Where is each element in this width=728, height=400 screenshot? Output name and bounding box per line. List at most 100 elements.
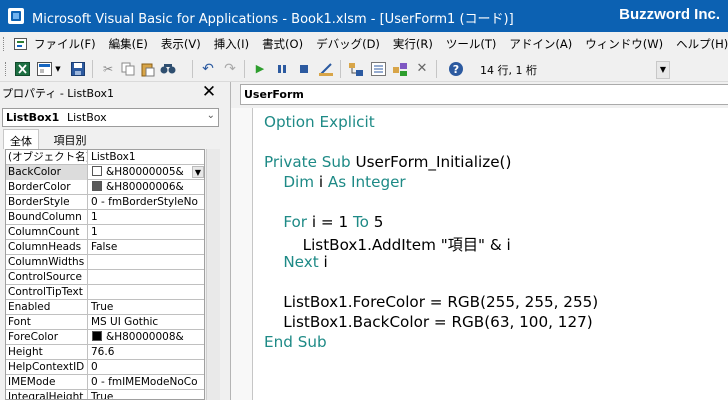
code-line[interactable]: ListBox1.ForeColor = RGB(255, 255, 255): [264, 293, 598, 311]
paste-icon[interactable]: [140, 61, 156, 77]
property-value[interactable]: &H80000005&: [89, 165, 204, 180]
menu-item[interactable]: 編集(E): [109, 36, 148, 52]
copy-icon[interactable]: [120, 61, 136, 77]
property-value[interactable]: 1: [89, 225, 204, 240]
property-value[interactable]: 0: [89, 360, 204, 375]
property-row[interactable]: HelpContextID 0: [6, 360, 204, 375]
property-value[interactable]: &H80000006&: [89, 180, 204, 195]
property-name: ColumnCount: [6, 225, 88, 240]
menu-item[interactable]: 表示(V): [161, 36, 201, 52]
find-icon[interactable]: [160, 61, 176, 77]
property-row[interactable]: BorderStyle 0 - fmBorderStyleNo: [6, 195, 204, 210]
run-icon[interactable]: ▶: [252, 61, 268, 77]
property-value[interactable]: [89, 255, 204, 270]
cut-icon[interactable]: ✂: [100, 61, 116, 77]
menu-item[interactable]: ヘルプ(H): [676, 36, 728, 52]
vba-app-icon[interactable]: [8, 8, 24, 24]
menu-item[interactable]: 挿入(I): [214, 36, 249, 52]
object-selector[interactable]: ListBox1 ListBox ⌄: [2, 108, 219, 127]
code-line[interactable]: End Sub: [264, 333, 327, 351]
property-row[interactable]: BoundColumn 1: [6, 210, 204, 225]
property-value-text: &H80000008&: [106, 331, 184, 343]
menu-item[interactable]: デバッグ(D): [316, 36, 380, 52]
menu-item[interactable]: アドイン(A): [509, 36, 572, 52]
property-row[interactable]: ControlTipText: [6, 285, 204, 300]
menu-item[interactable]: ツール(T): [446, 36, 497, 52]
property-value-text: True: [91, 301, 114, 313]
property-name: ControlTipText: [6, 285, 88, 300]
menu-item[interactable]: 書式(O): [262, 36, 303, 52]
menubar-grip[interactable]: [3, 37, 6, 51]
excel-icon[interactable]: [14, 61, 30, 77]
property-value[interactable]: 1: [89, 210, 204, 225]
property-value[interactable]: True: [89, 300, 204, 315]
object-browser-icon[interactable]: [392, 61, 408, 77]
help-icon[interactable]: ?: [448, 61, 464, 77]
reset-icon[interactable]: [296, 61, 312, 77]
property-row[interactable]: (オブジェクト名) ListBox1: [6, 150, 204, 165]
property-value[interactable]: &H80000008&: [89, 330, 204, 345]
properties-scrollbar[interactable]: [206, 149, 220, 400]
design-mode-icon[interactable]: [318, 61, 334, 77]
property-value[interactable]: [89, 285, 204, 300]
menu-item[interactable]: ファイル(F): [34, 36, 96, 52]
project-explorer-icon[interactable]: [348, 61, 364, 77]
insert-userform-icon[interactable]: [36, 61, 52, 77]
code-line[interactable]: ListBox1.BackColor = RGB(63, 100, 127): [264, 313, 592, 331]
properties-window: プロパティ - ListBox1 ✕ ListBox1 ListBox ⌄ 全体…: [0, 82, 222, 400]
save-icon[interactable]: [70, 61, 86, 77]
code-line[interactable]: Dim i As Integer: [264, 173, 405, 191]
property-value[interactable]: 0 - fmBorderStyleNo: [89, 195, 204, 210]
code-line[interactable]: ListBox1.AddItem "項目" & i: [264, 233, 511, 255]
property-row[interactable]: BackColor &H80000005& ▼: [6, 165, 204, 180]
color-swatch: [92, 181, 102, 191]
chevron-down-icon[interactable]: ⌄: [207, 110, 215, 121]
property-row[interactable]: ColumnWidths: [6, 255, 204, 270]
property-value[interactable]: False: [89, 240, 204, 255]
break-icon[interactable]: [274, 61, 290, 77]
property-value[interactable]: MS UI Gothic: [89, 315, 204, 330]
code-line[interactable]: Next i: [264, 253, 327, 271]
property-value[interactable]: True: [89, 390, 204, 399]
property-row[interactable]: ControlSource: [6, 270, 204, 285]
toolbox-icon[interactable]: ✕: [414, 61, 430, 77]
close-icon[interactable]: ✕: [199, 82, 219, 102]
title-bar: Microsoft Visual Basic for Applications …: [0, 0, 728, 32]
property-value[interactable]: 76.6: [89, 345, 204, 360]
tab-alphabetic[interactable]: 全体: [3, 129, 39, 149]
properties-icon[interactable]: [370, 61, 386, 77]
standard-toolbar: ▼ ✂ ↶ ↷ ▶ ✕ ? 14 行, 1 桁 ▼: [0, 56, 728, 82]
property-row[interactable]: Height 76.6: [6, 345, 204, 360]
chevron-down-icon[interactable]: ▼: [192, 166, 204, 178]
redo-icon[interactable]: ↷: [222, 61, 238, 77]
menu-item[interactable]: ウィンドウ(W): [585, 36, 663, 52]
property-row[interactable]: ColumnCount 1: [6, 225, 204, 240]
vba-document-icon[interactable]: [14, 38, 27, 50]
property-value-text: ListBox1: [91, 151, 136, 163]
property-row[interactable]: Enabled True: [6, 300, 204, 315]
object-combo[interactable]: UserForm: [240, 84, 728, 105]
menu-item[interactable]: 実行(R): [393, 36, 433, 52]
code-editor[interactable]: Option Explicit Private Sub UserForm_Init…: [230, 108, 728, 400]
undo-icon[interactable]: ↶: [200, 61, 216, 77]
property-row[interactable]: BorderColor &H80000006&: [6, 180, 204, 195]
property-row[interactable]: IntegralHeight True: [6, 390, 204, 399]
toolbar-grip[interactable]: [4, 61, 8, 77]
property-value-text: 1: [91, 211, 98, 223]
property-value[interactable]: [89, 270, 204, 285]
toolbar-overflow-button[interactable]: ▼: [656, 61, 670, 79]
property-row[interactable]: ForeColor &H80000008&: [6, 330, 204, 345]
property-row[interactable]: IMEMode 0 - fmIMEModeNoCo: [6, 375, 204, 390]
property-value-text: 0 - fmIMEModeNoCo: [91, 376, 198, 388]
property-row[interactable]: Font MS UI Gothic: [6, 315, 204, 330]
tab-categorized[interactable]: 項目別: [46, 129, 94, 149]
insert-dropdown-icon[interactable]: ▼: [54, 61, 62, 77]
indicator-margin[interactable]: [231, 108, 253, 400]
code-line[interactable]: Private Sub UserForm_Initialize(): [264, 153, 511, 171]
code-line[interactable]: For i = 1 To 5: [264, 213, 383, 231]
property-row[interactable]: ColumnHeads False: [6, 240, 204, 255]
property-name: BackColor: [6, 165, 88, 180]
code-line[interactable]: Option Explicit: [264, 113, 375, 131]
property-value[interactable]: ListBox1: [89, 150, 204, 165]
property-value[interactable]: 0 - fmIMEModeNoCo: [89, 375, 204, 390]
